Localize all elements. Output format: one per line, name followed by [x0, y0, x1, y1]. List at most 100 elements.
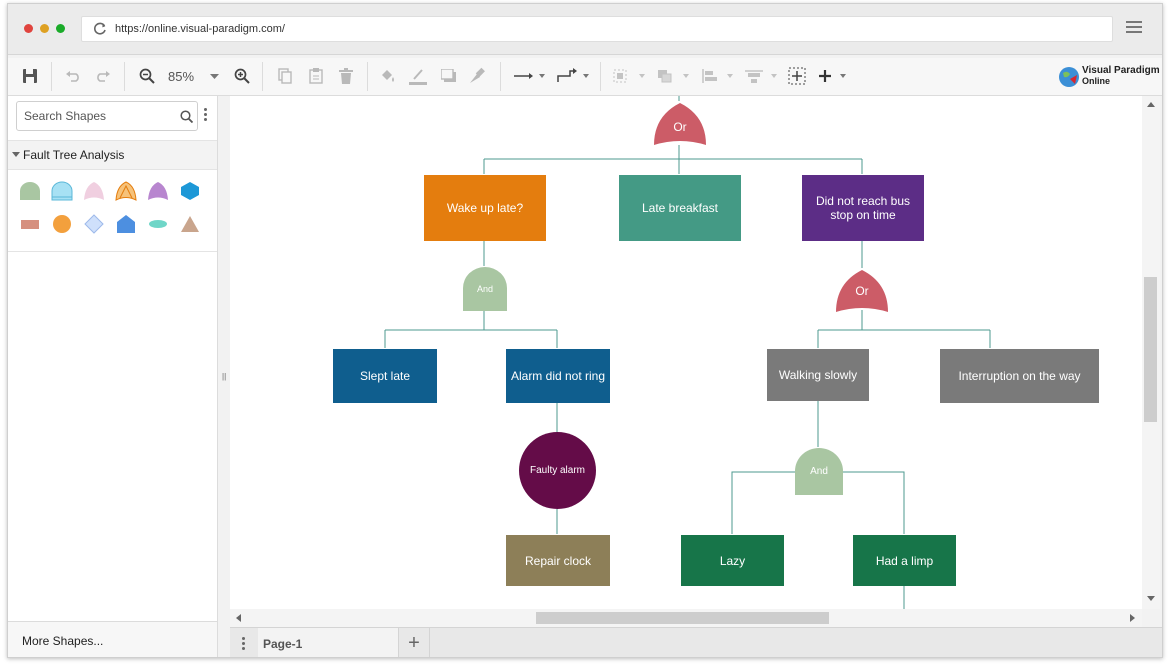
zoom-level[interactable]: 85% — [168, 69, 194, 84]
event-had-a-limp[interactable]: Had a limp — [853, 535, 956, 586]
brand-line-2: Online — [1082, 76, 1111, 86]
globe-icon — [1059, 67, 1079, 87]
event-label: Repair clock — [524, 553, 592, 568]
shape-palette — [8, 169, 217, 252]
vertical-scrollbar[interactable] — [1142, 96, 1160, 609]
event-alarm-did-not-ring[interactable]: Alarm did not ring — [506, 349, 610, 403]
event-wake-up-late[interactable]: Wake up late? — [424, 175, 546, 241]
copy-icon[interactable] — [274, 64, 296, 88]
page-tab-1[interactable]: Page-1 — [258, 628, 399, 657]
sidebar-splitter[interactable]: || — [218, 96, 230, 657]
house-event-shape-icon[interactable] — [115, 214, 137, 234]
browser-titlebar: https://online.visual-paradigm.com/ — [8, 4, 1162, 55]
align-icon[interactable] — [698, 64, 736, 88]
editor-toolbar: 85% Visual Paradigm Online — [8, 58, 1162, 96]
event-missed-bus[interactable]: Did not reach bus stop on time — [802, 175, 924, 241]
priority-and-gate-shape-icon[interactable] — [51, 181, 73, 201]
or-gate-shape-icon[interactable] — [147, 181, 169, 201]
and-gate-shape-icon[interactable] — [19, 181, 41, 201]
event-label: Faulty alarm — [529, 464, 585, 476]
event-slept-late[interactable]: Slept late — [333, 349, 437, 403]
transfer-triangle-shape-icon[interactable] — [179, 214, 201, 234]
or-gate-top-label: Or — [673, 120, 687, 134]
page-bar: Page-1 + — [230, 627, 1162, 657]
category-fault-tree-analysis[interactable]: Fault Tree Analysis — [8, 140, 217, 170]
event-interruption-on-the-way[interactable]: Interruption on the way — [940, 349, 1099, 403]
event-rectangle-shape-icon[interactable] — [19, 217, 41, 231]
fill-color-icon[interactable] — [377, 64, 399, 88]
more-shapes-label: More Shapes... — [22, 634, 104, 648]
or-gate-light-shape-icon[interactable] — [83, 181, 105, 201]
add-page-button[interactable]: + — [399, 628, 430, 657]
splitter-grip-icon: || — [222, 372, 227, 381]
url-text: https://online.visual-paradigm.com/ — [115, 23, 285, 35]
event-repair-clock[interactable]: Repair clock — [506, 535, 610, 586]
scroll-up-arrow-icon[interactable] — [1147, 102, 1155, 107]
waypoint-style-icon[interactable] — [554, 64, 592, 88]
address-bar[interactable]: https://online.visual-paradigm.com/ — [81, 16, 1113, 42]
connector-top-or — [483, 145, 863, 174]
category-label: Fault Tree Analysis — [23, 148, 125, 162]
close-window-dot[interactable] — [24, 24, 33, 33]
search-shapes-input[interactable]: Search Shapes — [16, 101, 198, 131]
search-icon[interactable] — [180, 110, 193, 123]
save-icon[interactable] — [20, 64, 40, 88]
horizontal-scrollbar[interactable] — [230, 609, 1142, 627]
scroll-left-arrow-icon[interactable] — [236, 614, 241, 622]
vertical-scroll-thumb[interactable] — [1144, 277, 1157, 422]
scroll-down-arrow-icon[interactable] — [1147, 596, 1155, 601]
event-lazy[interactable]: Lazy — [681, 535, 784, 586]
zoom-dropdown-chevron-icon[interactable] — [207, 64, 221, 88]
undo-icon[interactable] — [62, 64, 84, 88]
event-faulty-alarm[interactable]: Faulty alarm — [519, 432, 596, 509]
page-menu-icon[interactable] — [230, 628, 259, 657]
group-icon[interactable] — [610, 64, 648, 88]
reload-icon[interactable] — [92, 21, 108, 37]
basic-event-circle-shape-icon[interactable] — [51, 214, 73, 234]
horizontal-scroll-thumb[interactable] — [536, 612, 829, 624]
event-label: Late breakfast — [641, 201, 719, 215]
and-gate-left-label: And — [476, 284, 493, 294]
sidebar-options-icon[interactable] — [204, 108, 207, 123]
arrange-icon[interactable] — [654, 64, 692, 88]
collapse-triangle-icon[interactable] — [12, 152, 20, 157]
shape-sidebar: Search Shapes Fault Tree Analysis More S… — [8, 96, 218, 657]
event-label: Wake up late? — [446, 201, 524, 215]
event-late-breakfast[interactable]: Late breakfast — [619, 175, 741, 241]
diagram-canvas[interactable]: Or Wake up late? Late breakfast Did not … — [230, 96, 1142, 609]
redo-icon[interactable] — [92, 64, 114, 88]
select-all-icon[interactable] — [786, 64, 808, 88]
or-gate-right-label: Or — [855, 284, 869, 298]
event-label: Did not reach bus stop on time — [815, 194, 911, 222]
scroll-right-arrow-icon[interactable] — [1130, 614, 1135, 622]
delete-icon[interactable] — [335, 64, 357, 88]
paste-icon[interactable] — [305, 64, 327, 88]
more-shapes-button[interactable]: More Shapes... — [8, 621, 217, 657]
event-label: Slept late — [359, 369, 411, 383]
event-label: Alarm did not ring — [510, 369, 606, 383]
event-label: Lazy — [719, 553, 746, 568]
minimize-window-dot[interactable] — [40, 24, 49, 33]
inhibit-gate-shape-icon[interactable] — [179, 181, 201, 201]
shadow-icon[interactable] — [438, 64, 460, 88]
event-walking-slowly[interactable]: Walking slowly — [767, 349, 869, 401]
event-label: Had a limp — [875, 553, 934, 568]
visual-paradigm-logo: Visual Paradigm Online — [1058, 63, 1160, 91]
browser-menu-icon[interactable] — [1126, 21, 1142, 35]
zoom-in-icon[interactable] — [231, 64, 253, 88]
search-placeholder: Search Shapes — [24, 109, 107, 123]
maximize-window-dot[interactable] — [56, 24, 65, 33]
conditioning-event-ellipse-shape-icon[interactable] — [147, 217, 169, 231]
line-color-icon[interactable] — [406, 64, 430, 88]
format-painter-icon[interactable] — [466, 64, 488, 88]
and-gate-bottom-label: And — [810, 466, 828, 477]
exclusive-or-gate-shape-icon[interactable] — [115, 181, 137, 201]
event-label: Walking slowly — [778, 368, 858, 382]
undeveloped-event-diamond-shape-icon[interactable] — [83, 214, 105, 234]
insert-icon[interactable] — [816, 64, 852, 88]
connector-style-icon[interactable] — [510, 64, 548, 88]
page-tab-label: Page-1 — [263, 637, 303, 651]
distribute-icon[interactable] — [742, 64, 780, 88]
zoom-out-icon[interactable] — [136, 64, 158, 88]
event-label: Interruption on the way — [958, 369, 1081, 383]
